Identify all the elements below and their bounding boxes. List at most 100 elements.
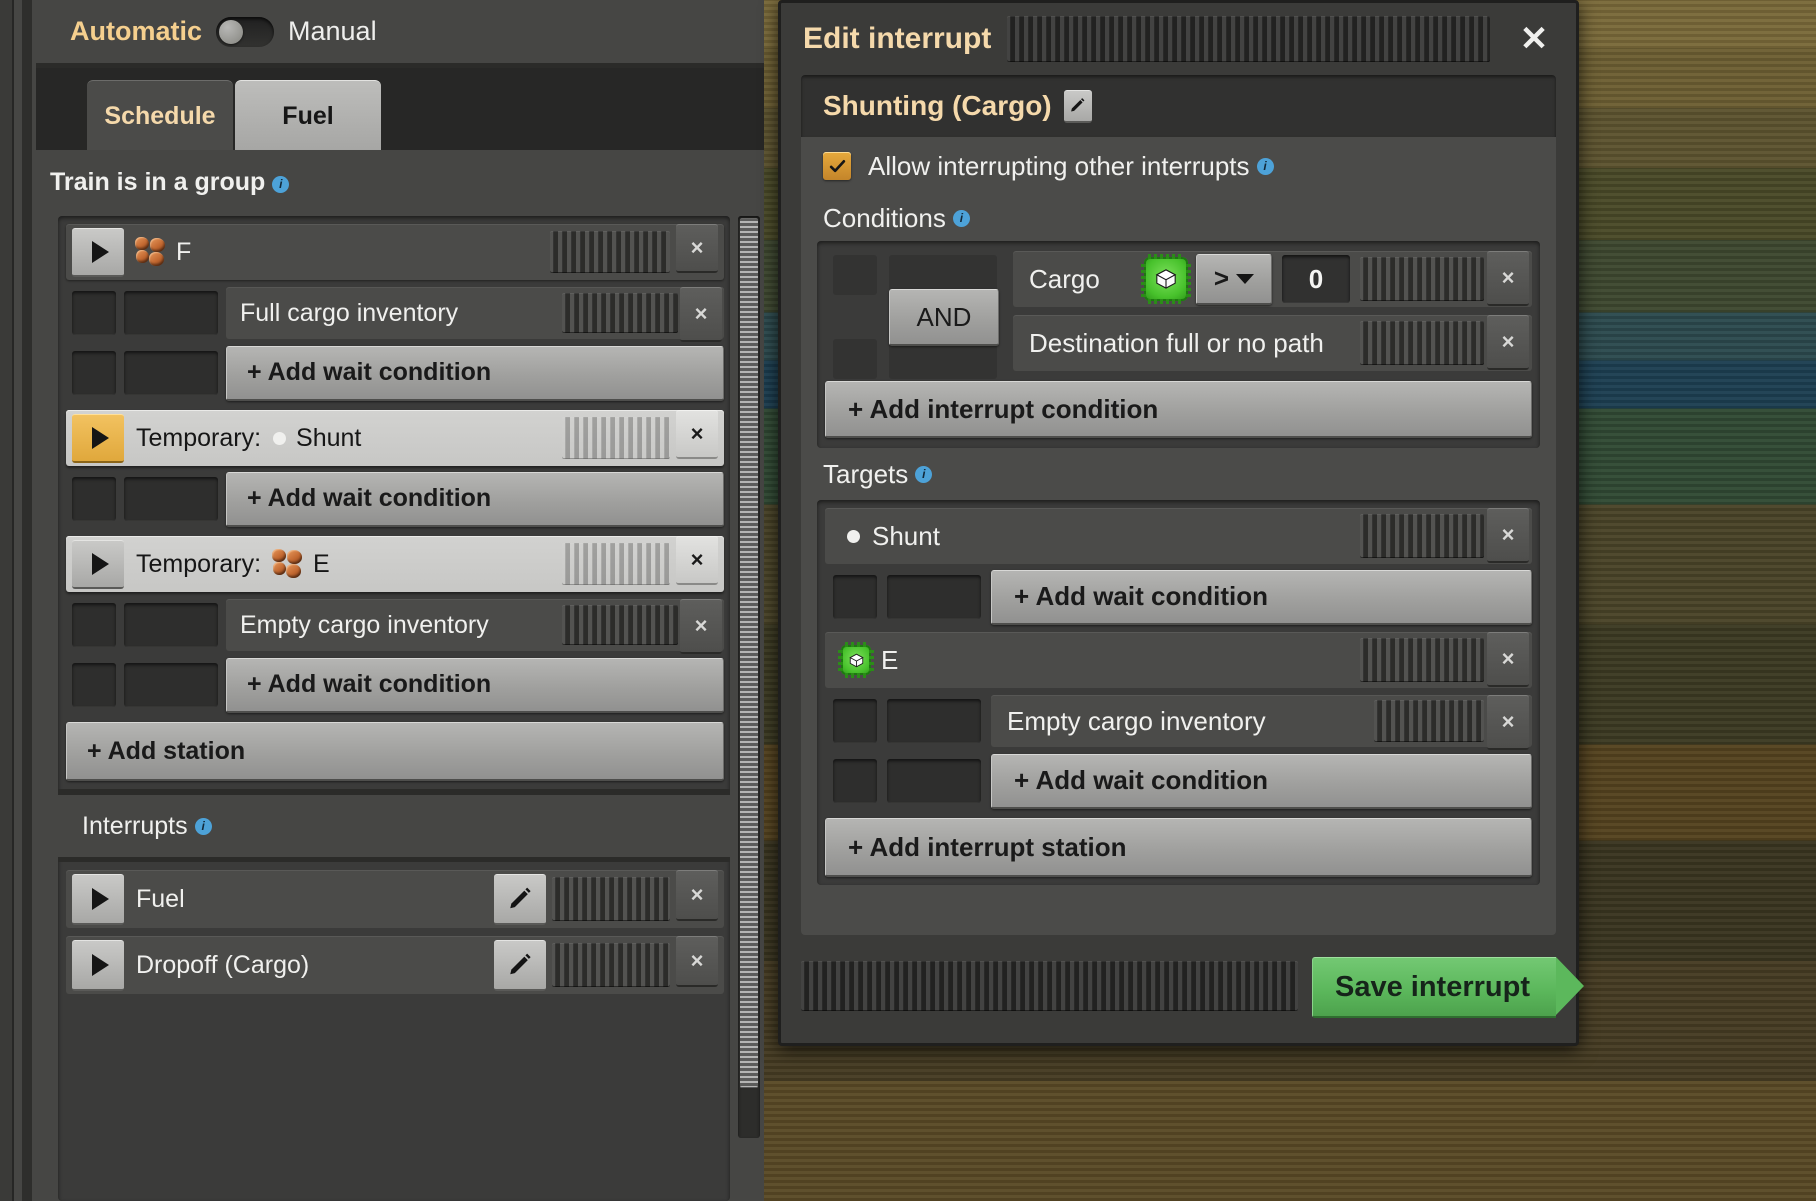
tab-fuel[interactable]: Fuel (235, 80, 381, 151)
condition-slot-b[interactable] (124, 291, 218, 335)
interrupt-row-fuel[interactable]: Fuel × (66, 870, 724, 928)
drag-handle[interactable] (1374, 700, 1484, 742)
goto-station-button[interactable] (72, 414, 124, 463)
info-icon[interactable]: i (915, 466, 932, 483)
conditions-header-label: Conditions (823, 203, 946, 234)
station-name: Shunt (296, 424, 562, 453)
rename-interrupt-button[interactable] (1064, 90, 1092, 123)
interrupt-row-dropoff[interactable]: Dropoff (Cargo) × (66, 936, 724, 994)
drag-handle[interactable] (1360, 638, 1484, 682)
remove-station-button[interactable]: × (676, 224, 718, 273)
schedule-scrollbar-track[interactable] (738, 216, 760, 1138)
dialog-title-bar[interactable]: Edit interrupt ✕ (781, 3, 1576, 75)
remove-condition-button[interactable]: × (1487, 695, 1529, 750)
schedule-list: F × Full cargo inventory × + Add wait (58, 216, 730, 1201)
schedule-temporary-row-active[interactable]: Temporary: Shunt × (66, 410, 724, 466)
goto-station-button[interactable] (72, 540, 124, 589)
remove-condition-button[interactable]: × (1487, 315, 1529, 370)
manual-label[interactable]: Manual (288, 16, 377, 47)
schedule-station-row[interactable]: F × (66, 224, 724, 280)
interrupts-header-label: Interrupts (82, 812, 188, 841)
add-wait-condition-button[interactable]: + Add wait condition (226, 658, 724, 713)
add-wait-condition-button[interactable]: + Add wait condition (226, 472, 724, 527)
slot-a (833, 575, 877, 619)
allow-interrupting-label: Allow interrupting other interrupts (868, 151, 1250, 182)
drag-handle[interactable] (1360, 514, 1484, 558)
allow-interrupting-row[interactable]: Allow interrupting other interrupts i (801, 137, 1556, 195)
interrupt-condition-row[interactable]: Destination full or no path × (1013, 315, 1532, 371)
dialog-drag-bar[interactable] (1007, 16, 1490, 62)
wait-condition-row: Full cargo inventory × (66, 286, 724, 340)
remove-interrupt-button[interactable]: × (676, 870, 718, 921)
drag-handle[interactable] (1360, 257, 1484, 301)
automatic-label[interactable]: Automatic (70, 16, 202, 47)
comparator-dropdown[interactable]: > (1196, 254, 1272, 305)
add-interrupt-condition-button[interactable]: + Add interrupt condition (825, 381, 1532, 438)
drag-handle[interactable] (552, 877, 670, 921)
allow-interrupting-checkbox[interactable] (823, 152, 851, 180)
condition-slot-a[interactable] (833, 699, 877, 743)
add-wait-condition-button[interactable]: + Add wait condition (991, 570, 1532, 625)
drag-handle[interactable] (562, 543, 670, 585)
add-interrupt-station-button[interactable]: + Add interrupt station (825, 818, 1532, 877)
info-icon[interactable]: i (195, 818, 212, 835)
edit-interrupt-button[interactable] (494, 940, 546, 991)
station-name: E (313, 550, 562, 579)
condition-value: 0 (1309, 264, 1323, 295)
target-station-row[interactable]: E × (825, 632, 1532, 688)
condition-value-input[interactable]: 0 (1282, 255, 1350, 303)
info-icon[interactable]: i (953, 210, 970, 227)
add-wait-condition-button[interactable]: + Add wait condition (226, 346, 724, 401)
everything-signal-icon[interactable] (1144, 257, 1188, 301)
condition-body[interactable]: Empty cargo inventory × (991, 695, 1532, 747)
remove-station-button[interactable]: × (676, 410, 718, 459)
interrupt-condition-row[interactable]: Cargo > 0 × (1013, 251, 1532, 307)
close-icon[interactable]: ✕ (1506, 11, 1562, 67)
goto-station-button[interactable] (72, 228, 124, 277)
drag-handle[interactable] (1360, 321, 1484, 365)
drag-handle[interactable] (552, 943, 670, 987)
target-station-row[interactable]: Shunt × (825, 508, 1532, 564)
remove-target-button[interactable]: × (1487, 632, 1529, 687)
slot-b (124, 663, 218, 707)
remove-interrupt-button[interactable]: × (676, 936, 718, 987)
logic-operator-button[interactable]: AND (889, 289, 999, 346)
goto-interrupt-button[interactable] (72, 874, 124, 925)
drag-handle[interactable] (562, 293, 678, 333)
condition-slot-b[interactable] (124, 603, 218, 647)
drag-handle[interactable] (562, 417, 670, 459)
drag-handle[interactable] (550, 231, 670, 273)
temporary-prefix: Temporary: (136, 424, 261, 453)
slot-b (887, 759, 981, 803)
goto-interrupt-button[interactable] (72, 940, 124, 991)
schedule-scrollbar-thumb[interactable] (740, 218, 758, 1088)
add-wait-condition-row: + Add wait condition (66, 472, 724, 526)
remove-target-button[interactable]: × (1487, 508, 1529, 563)
wait-condition-row: Empty cargo inventory × (66, 598, 724, 652)
tab-schedule[interactable]: Schedule (87, 80, 233, 151)
add-wait-condition-row: + Add wait condition (66, 658, 724, 712)
info-icon[interactable]: i (1257, 158, 1274, 175)
remove-station-button[interactable]: × (676, 536, 718, 585)
schedule-temporary-row[interactable]: Temporary: E × (66, 536, 724, 592)
condition-body[interactable]: Full cargo inventory × (226, 287, 724, 339)
remove-condition-button[interactable]: × (680, 287, 722, 342)
add-station-button[interactable]: + Add station (66, 722, 724, 781)
condition-slot-a[interactable] (72, 291, 116, 335)
group-header-label: Train is in a group (50, 168, 265, 196)
condition-slot-b[interactable] (887, 699, 981, 743)
add-wait-condition-button[interactable]: + Add wait condition (991, 754, 1532, 809)
save-interrupt-button[interactable]: Save interrupt (1312, 957, 1556, 1015)
automatic-manual-toggle[interactable] (216, 17, 274, 47)
temporary-prefix: Temporary: (136, 550, 261, 579)
remove-condition-button[interactable]: × (680, 599, 722, 654)
remove-condition-button[interactable]: × (1487, 251, 1529, 306)
drag-handle[interactable] (562, 605, 678, 645)
condition-slot-a[interactable] (72, 603, 116, 647)
slot-a (72, 663, 116, 707)
targets-header-label: Targets (823, 459, 908, 490)
edit-interrupt-button[interactable] (494, 874, 546, 925)
info-icon[interactable]: i (272, 176, 289, 193)
add-wait-condition-row: + Add wait condition (66, 346, 724, 400)
condition-body[interactable]: Empty cargo inventory × (226, 599, 724, 651)
